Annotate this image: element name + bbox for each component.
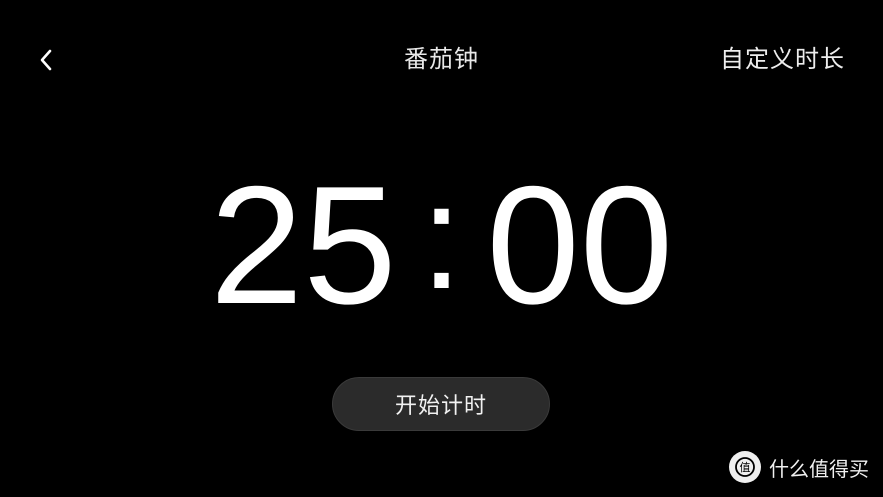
start-timer-button[interactable]: 开始计时: [332, 377, 550, 431]
smzdm-logo-icon: 值: [729, 451, 761, 483]
timer-display: 25 : 00: [0, 151, 883, 339]
timer-seconds: 00: [486, 151, 674, 339]
timer-separator: :: [420, 152, 463, 320]
timer-minutes: 25: [209, 151, 397, 339]
pomodoro-screen: 番茄钟 自定义时长 25 : 00 开始计时 值 什么值得买: [0, 0, 883, 497]
svg-text:值: 值: [740, 461, 751, 474]
custom-duration-button[interactable]: 自定义时长: [720, 40, 845, 78]
watermark: 值 什么值得买: [729, 451, 869, 483]
watermark-text: 什么值得买: [769, 456, 869, 481]
